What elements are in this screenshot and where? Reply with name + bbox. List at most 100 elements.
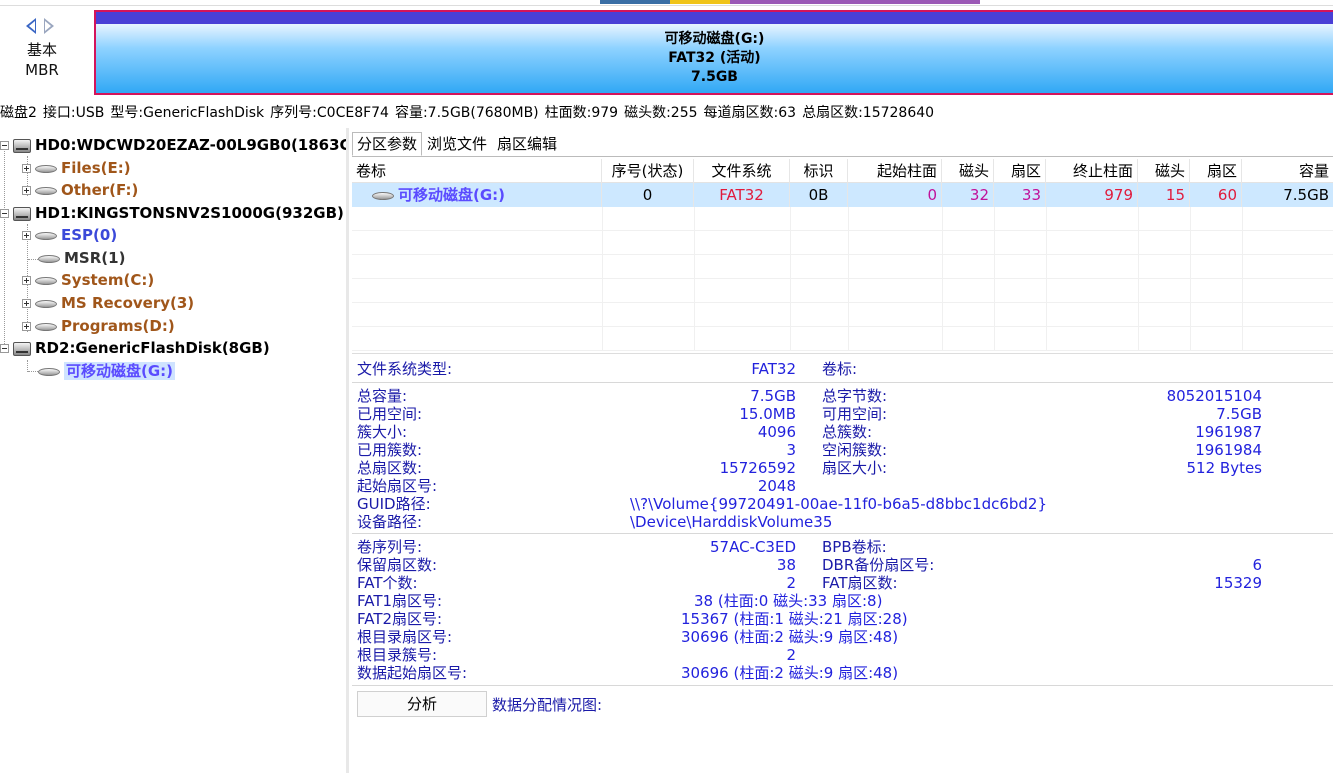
table-header-row: 卷标 序号(状态) 文件系统 标识 起始柱面 磁头 扇区 终止柱面 磁头 扇区 …: [352, 159, 1333, 183]
tree-part-system[interactable]: System(C:): [22, 269, 154, 291]
value-root-cluster: 2: [786, 646, 796, 664]
label-fs-type: 文件系统类型:: [357, 360, 453, 378]
disk-info-cylinders: 柱面数:979: [544, 105, 619, 121]
value-total-sectors: 15726592: [719, 459, 796, 477]
disk-tree[interactable]: HD0:WDCWD20EZAZ-00L9GB0(1863G Files(E:) …: [0, 128, 349, 773]
label-data-start: 数据起始扇区号:: [357, 664, 468, 682]
expand-icon[interactable]: [22, 276, 31, 285]
table-row[interactable]: 可移动磁盘(G:) 0 FAT32 0B 0 32 33 979 15 60 7…: [352, 183, 1333, 207]
collapse-icon[interactable]: [0, 141, 9, 150]
col-header-end-sector[interactable]: 扇区: [1190, 159, 1242, 183]
col-header-start-sector[interactable]: 扇区: [994, 159, 1046, 183]
expand-icon[interactable]: [22, 322, 31, 331]
value-dbr-backup: 6: [1252, 556, 1262, 574]
cell-end-sector: 60: [1190, 183, 1242, 207]
tree-line: [28, 371, 38, 372]
partition-icon: [38, 367, 60, 376]
col-header-end-cyl[interactable]: 终止柱面: [1046, 159, 1138, 183]
label-free: 可用空间:: [822, 405, 888, 423]
disk-nav: 基本 MBR: [0, 8, 90, 98]
label-device: 设备路径:: [357, 513, 423, 531]
col-header-start-cyl[interactable]: 起始柱面: [848, 159, 942, 183]
top-strip-segment: [600, 0, 670, 4]
disk-kind: 基本 MBR: [0, 40, 84, 80]
tree-part-label: ESP(0): [61, 226, 118, 244]
tree-part-label: Programs(D:): [61, 317, 175, 335]
value-sector-size: 512 Bytes: [1186, 459, 1263, 477]
tree-part-files[interactable]: Files(E:): [22, 157, 131, 179]
col-header-label[interactable]: 卷标: [352, 159, 602, 183]
tab-partition-params[interactable]: 分区参数: [352, 132, 423, 156]
tree-disk-rd2[interactable]: RD2:GenericFlashDisk(8GB): [0, 337, 270, 359]
top-strip: [0, 0, 1333, 6]
label-total-sectors: 总扇区数:: [357, 459, 423, 477]
empty-row: [352, 279, 1333, 303]
empty-row: [352, 231, 1333, 255]
tree-part-msr[interactable]: MSR(1): [38, 247, 125, 269]
tree-disk-hd0[interactable]: HD0:WDCWD20EZAZ-00L9GB0(1863G: [0, 134, 349, 156]
value-fat1: 38 (柱面:0 磁头:33 扇区:8): [694, 592, 883, 610]
tab-browse-files[interactable]: 浏览文件: [422, 132, 492, 156]
col-header-end-head[interactable]: 磁头: [1138, 159, 1190, 183]
disk-info-serial: 序列号:C0CE8F74: [270, 105, 389, 121]
cell-capacity: 7.5GB: [1283, 186, 1329, 204]
collapse-icon[interactable]: [0, 209, 9, 218]
label-used: 已用空间:: [357, 405, 423, 423]
value-fat2: 15367 (柱面:1 磁头:21 扇区:28): [681, 610, 908, 628]
cell-label: 可移动磁盘(G:): [352, 183, 602, 207]
empty-row: [352, 303, 1333, 327]
value-used: 15.0MB: [739, 405, 796, 423]
cell-start-cyl: 0: [848, 183, 942, 207]
label-used-clusters: 已用簇数:: [357, 441, 423, 459]
col-header-start-head[interactable]: 磁头: [942, 159, 994, 183]
col-header-index[interactable]: 序号(状态): [602, 159, 694, 183]
disk-info-iface: 接口:USB: [42, 105, 105, 121]
top-strip-segment: [670, 0, 730, 4]
col-header-fs[interactable]: 文件系统: [694, 159, 790, 183]
partition-bar[interactable]: 可移动磁盘(G:) FAT32 (活动) 7.5GB: [94, 10, 1333, 95]
empty-row: [352, 327, 1333, 351]
label-guid: GUID路径:: [357, 495, 431, 513]
partition-icon: [35, 164, 57, 173]
tree-disk-label: HD0:WDCWD20EZAZ-00L9GB0(1863G: [35, 136, 349, 154]
tree-part-removable[interactable]: 可移动磁盘(G:): [38, 360, 176, 382]
tree-disk-hd1[interactable]: HD1:KINGSTONSNV2S1000G(932GB): [0, 202, 344, 224]
tree-part-programs[interactable]: Programs(D:): [22, 315, 175, 337]
expand-icon[interactable]: [22, 299, 31, 308]
tree-part-esp[interactable]: ESP(0): [22, 224, 117, 246]
col-header-capacity[interactable]: 容量: [1242, 159, 1333, 183]
value-device: \Device\HarddiskVolume35: [630, 513, 833, 531]
value-used-clusters: 3: [786, 441, 796, 459]
expand-icon[interactable]: [22, 164, 31, 173]
arrow-left-icon[interactable]: [26, 18, 36, 34]
hard-disk-icon: [13, 138, 31, 153]
value-fat-sectors: 15329: [1214, 574, 1262, 592]
collapse-icon[interactable]: [0, 344, 9, 353]
nav-arrows: [22, 16, 62, 38]
partition-bar-size: 7.5GB: [691, 69, 738, 85]
cell-fs: FAT32: [694, 183, 790, 207]
arrow-right-icon[interactable]: [44, 18, 54, 34]
tree-part-label: MSR(1): [64, 249, 126, 267]
label-fat1: FAT1扇区号:: [357, 592, 443, 610]
disk-kind-scheme: MBR: [25, 61, 59, 79]
col-header-id[interactable]: 标识: [790, 159, 848, 183]
partition-icon: [35, 276, 57, 285]
disk-info-spt: 每道扇区数:63: [703, 105, 797, 121]
value-data-start: 30696 (柱面:2 磁头:9 扇区:48): [681, 664, 899, 682]
value-fs-type: FAT32: [751, 360, 796, 378]
expand-icon[interactable]: [22, 186, 31, 195]
cell-start-sector: 33: [994, 183, 1046, 207]
analyze-button[interactable]: 分析: [357, 691, 487, 717]
tree-part-recovery[interactable]: MS Recovery(3): [22, 292, 194, 314]
cell-start-head: 32: [942, 183, 994, 207]
value-serial: 57AC-C3ED: [709, 538, 796, 556]
partition-icon: [35, 299, 57, 308]
tree-part-label: MS Recovery(3): [61, 294, 195, 312]
tree-part-other[interactable]: Other(F:): [22, 179, 138, 201]
value-guid: \\?\Volume{99720491-00ae-11f0-b6a5-d8bbc…: [630, 495, 1048, 513]
tab-sector-edit[interactable]: 扇区编辑: [492, 132, 562, 156]
partition-bar-text: 可移动磁盘(G:) FAT32 (活动) 7.5GB: [96, 30, 1333, 87]
label-fat-count: FAT个数:: [357, 574, 418, 592]
expand-icon[interactable]: [22, 231, 31, 240]
